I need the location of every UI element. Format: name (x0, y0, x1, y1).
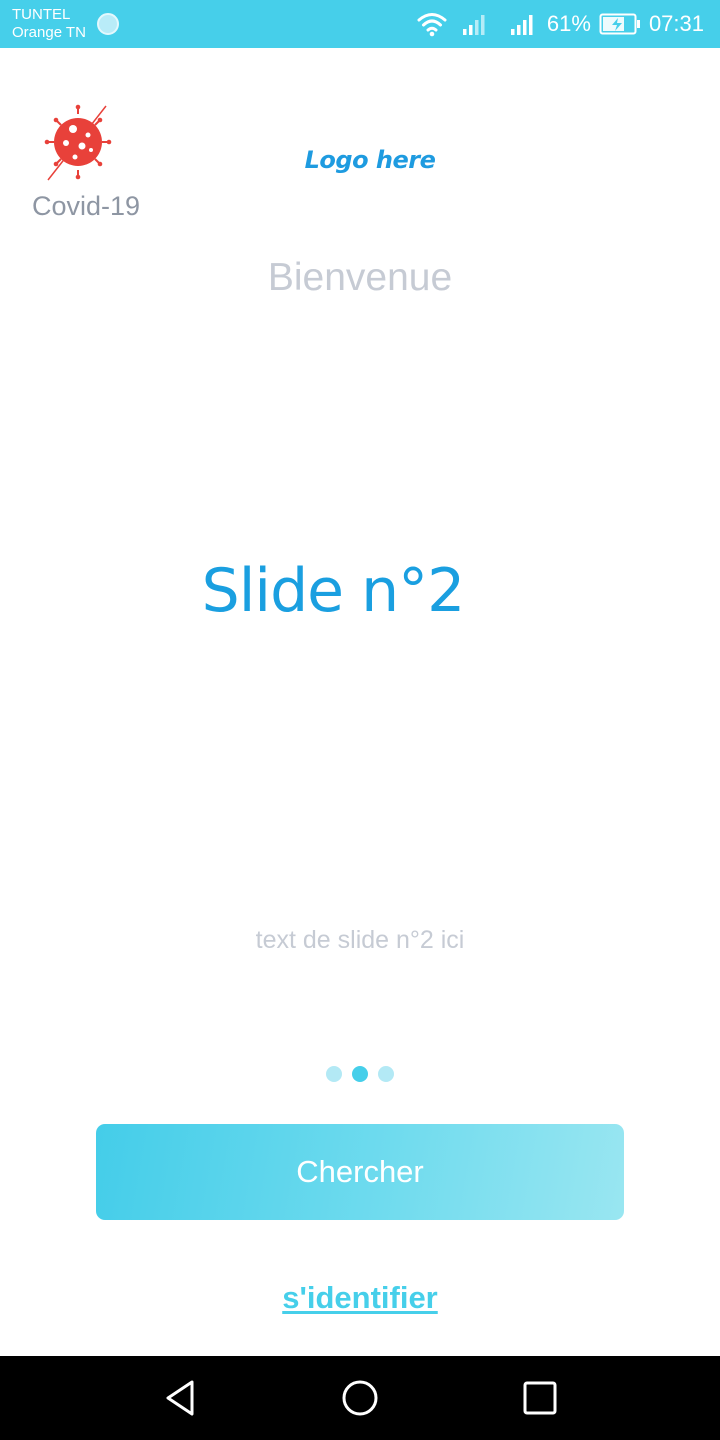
carrier-primary: TUNTEL (12, 6, 71, 23)
battery-charging-icon (599, 13, 640, 35)
page-dot[interactable] (326, 1066, 342, 1082)
home-icon[interactable] (336, 1374, 384, 1422)
clock: 07:31 (648, 11, 704, 36)
welcome-title: Bienvenue (267, 256, 453, 299)
page-dot-active[interactable] (352, 1066, 368, 1082)
status-bar: TUNTEL Orange TN 61% 07:31 (0, 0, 720, 48)
battery-percent: 61% (546, 11, 591, 36)
slide-title: Slide n°2 (201, 556, 466, 626)
app-label: Covid-19 (32, 191, 141, 221)
status-icons: 61% 07:31 (417, 0, 704, 48)
recents-icon[interactable] (516, 1374, 564, 1422)
page-dot[interactable] (378, 1066, 394, 1082)
navigation-bar (0, 1356, 720, 1440)
notification-dot-icon (97, 13, 119, 35)
screen: TUNTEL Orange TN 61% 07:31 Covid-19 Logo… (0, 0, 720, 1440)
back-icon[interactable] (156, 1374, 204, 1422)
signal-icon (462, 15, 485, 35)
carrier-info: TUNTEL Orange TN (12, 6, 86, 42)
carrier-secondary: Orange TN (12, 24, 86, 41)
page-indicator (0, 1066, 720, 1082)
search-button[interactable]: Chercher (96, 1124, 624, 1220)
slide-text: text de slide n°2 ici (255, 926, 465, 954)
logo-placeholder: Logo here (304, 146, 436, 174)
login-link[interactable]: s'identifier (0, 1280, 720, 1316)
wifi-icon (417, 13, 447, 37)
signal-icon (510, 15, 533, 35)
